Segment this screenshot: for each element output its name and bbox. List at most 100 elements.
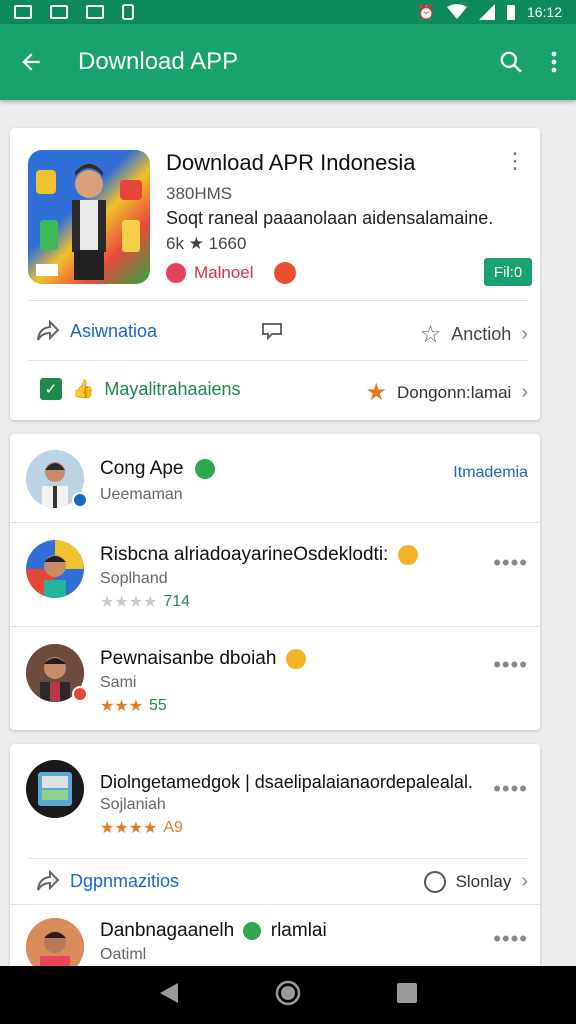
- more-apps-card: Diolngetamedgok | dsaelipalaianaordepale…: [10, 744, 540, 966]
- list-item[interactable]: Danbnagaanelh rlamlai Oatiml ••••: [10, 906, 540, 966]
- chevron-right-icon: ›: [521, 323, 528, 345]
- wifi-icon: [446, 4, 467, 19]
- list-item[interactable]: Cong Ape Ueemaman Itmademia: [10, 434, 540, 524]
- chevron-right-icon: ›: [521, 870, 528, 892]
- divider: [28, 858, 528, 859]
- reviews-card: Cong Ape Ueemaman Itmademia Risbcna alri…: [10, 434, 540, 730]
- app-detail-card: Download APR Indonesia 380HMS Soqt ranea…: [10, 128, 540, 420]
- star-link[interactable]: ★ Dongonn:lamai ›: [365, 378, 528, 407]
- list-item[interactable]: Pewnaisanbe dboiah Sami ★★★ 55 ••••: [10, 628, 540, 728]
- share-link[interactable]: Asiwnatioa: [36, 320, 157, 342]
- more-icon[interactable]: ••••: [493, 926, 528, 952]
- star-icon: ★★★★: [100, 820, 158, 837]
- divider: [10, 904, 540, 905]
- right-link[interactable]: Slonlay ›: [423, 870, 528, 893]
- image-notification-icon: [14, 5, 32, 19]
- rating-stars: ★★★★ A9: [100, 818, 183, 838]
- reviewer-name: Risbcna alriadoayarineOsdeklodti:: [100, 544, 418, 566]
- reviewer-name: Cong Ape: [100, 458, 215, 480]
- developer-name[interactable]: Malnoel: [194, 263, 254, 283]
- status-bar: ⏰ 16:12: [0, 0, 576, 24]
- share-label: Dgpnmazitios: [70, 870, 180, 891]
- app-bar: Download APP: [0, 24, 576, 100]
- verified-label: Mayalitrahaaiens: [104, 378, 241, 399]
- rating-stars: ★★★ 55: [100, 696, 167, 716]
- divider: [10, 626, 540, 627]
- more-icon[interactable]: ••••: [493, 652, 528, 678]
- app-bar-title: Download APP: [78, 48, 239, 75]
- right-label: Slonlay: [455, 871, 512, 891]
- avatar: [26, 760, 84, 818]
- app-item-subtitle: Oatiml: [100, 946, 147, 963]
- smiley-icon: [423, 870, 446, 893]
- system-nav-bar: [0, 966, 576, 1024]
- nav-recents-icon[interactable]: [396, 982, 418, 1009]
- nav-home-icon[interactable]: [275, 980, 301, 1011]
- divider: [28, 360, 528, 361]
- rating-count: 55: [149, 697, 167, 714]
- app-rating-line: 6k ★ 1660: [166, 234, 247, 253]
- online-badge-icon: [194, 458, 215, 479]
- app-item-subtitle: Sojlaniah: [100, 796, 166, 813]
- emoji-icon: [285, 648, 306, 669]
- card-kebab-icon[interactable]: ⋮: [504, 150, 526, 172]
- verified-link[interactable]: ✓ 👍 Mayalitrahaaiens: [40, 378, 241, 400]
- chevron-right-icon: ›: [521, 381, 528, 403]
- list-item[interactable]: Diolngetamedgok | dsaelipalaianaordepale…: [10, 744, 540, 854]
- share-label: Asiwnatioa: [70, 320, 158, 341]
- app-title: Download APR Indonesia: [166, 150, 416, 175]
- list-item[interactable]: Risbcna alriadoayarineOsdeklodti: Soplha…: [10, 524, 540, 628]
- photo-notification-icon: [50, 5, 68, 19]
- star-icon: ★★★★: [100, 594, 158, 611]
- comment-icon[interactable]: [260, 320, 284, 347]
- app-icon[interactable]: [28, 150, 150, 284]
- divider: [10, 522, 540, 523]
- app-size: 380HMS: [166, 184, 233, 203]
- app-item-name: Danbnagaanelh rlamlai: [100, 920, 327, 941]
- more-icon[interactable]: ••••: [493, 550, 528, 576]
- star-badge-icon: ★: [365, 379, 387, 406]
- download-notification-icon: [86, 5, 104, 19]
- emoji-icon: [243, 921, 262, 940]
- action-label: Anctioh: [451, 324, 512, 344]
- rating-count: A9: [163, 819, 183, 836]
- reviewer-subtitle: Ueemaman: [100, 486, 183, 503]
- developer-row: Malnoel: [166, 262, 296, 284]
- reviewer-subtitle: Sami: [100, 674, 137, 691]
- signal-icon: [478, 4, 495, 20]
- avatar: [26, 918, 84, 966]
- search-icon[interactable]: [498, 49, 524, 75]
- action-link[interactable]: ☆ Anctioh ›: [420, 320, 528, 349]
- star-outline-icon: ☆: [419, 321, 442, 348]
- back-arrow-icon[interactable]: [18, 49, 44, 75]
- share-icon: [37, 320, 60, 341]
- divider: [28, 300, 528, 301]
- emoji-icon: [397, 544, 418, 565]
- star-label: Dongonn:lamai: [396, 382, 512, 402]
- star-icon: ★★★: [100, 698, 144, 715]
- reviewer-name: Pewnaisanbe dboiah: [100, 648, 306, 670]
- verified-badge-icon: [72, 492, 88, 508]
- developer-logo-icon: [166, 263, 186, 283]
- avatar: [26, 540, 84, 598]
- notification-badge-icon: [72, 686, 88, 702]
- app-description: Soqt raneal paaanolaan aidensalamaine.: [166, 208, 494, 228]
- battery-icon: [506, 4, 515, 20]
- more-icon[interactable]: ••••: [493, 776, 528, 802]
- overflow-menu-icon[interactable]: [550, 50, 558, 74]
- app-notification-icon: [122, 4, 134, 20]
- nav-back-icon[interactable]: [158, 981, 180, 1010]
- header-action-link[interactable]: Itmademia: [453, 464, 528, 482]
- checkbox-icon: ✓: [40, 378, 62, 400]
- reviewer-subtitle: Soplhand: [100, 570, 168, 587]
- share-link[interactable]: Dgpnmazitios: [36, 870, 179, 892]
- app-item-name: Diolngetamedgok | dsaelipalaianaordepale…: [100, 772, 473, 792]
- clock: 16:12: [526, 4, 562, 20]
- install-button[interactable]: Fil:0: [484, 258, 532, 286]
- rating-stars: ★★★★ 714: [100, 592, 190, 612]
- alarm-icon: ⏰: [417, 3, 435, 20]
- share-icon: [37, 870, 60, 891]
- thumbs-up-icon: 👍: [72, 378, 95, 399]
- rating-count: 714: [163, 593, 191, 610]
- hand-badge-icon: [273, 262, 296, 284]
